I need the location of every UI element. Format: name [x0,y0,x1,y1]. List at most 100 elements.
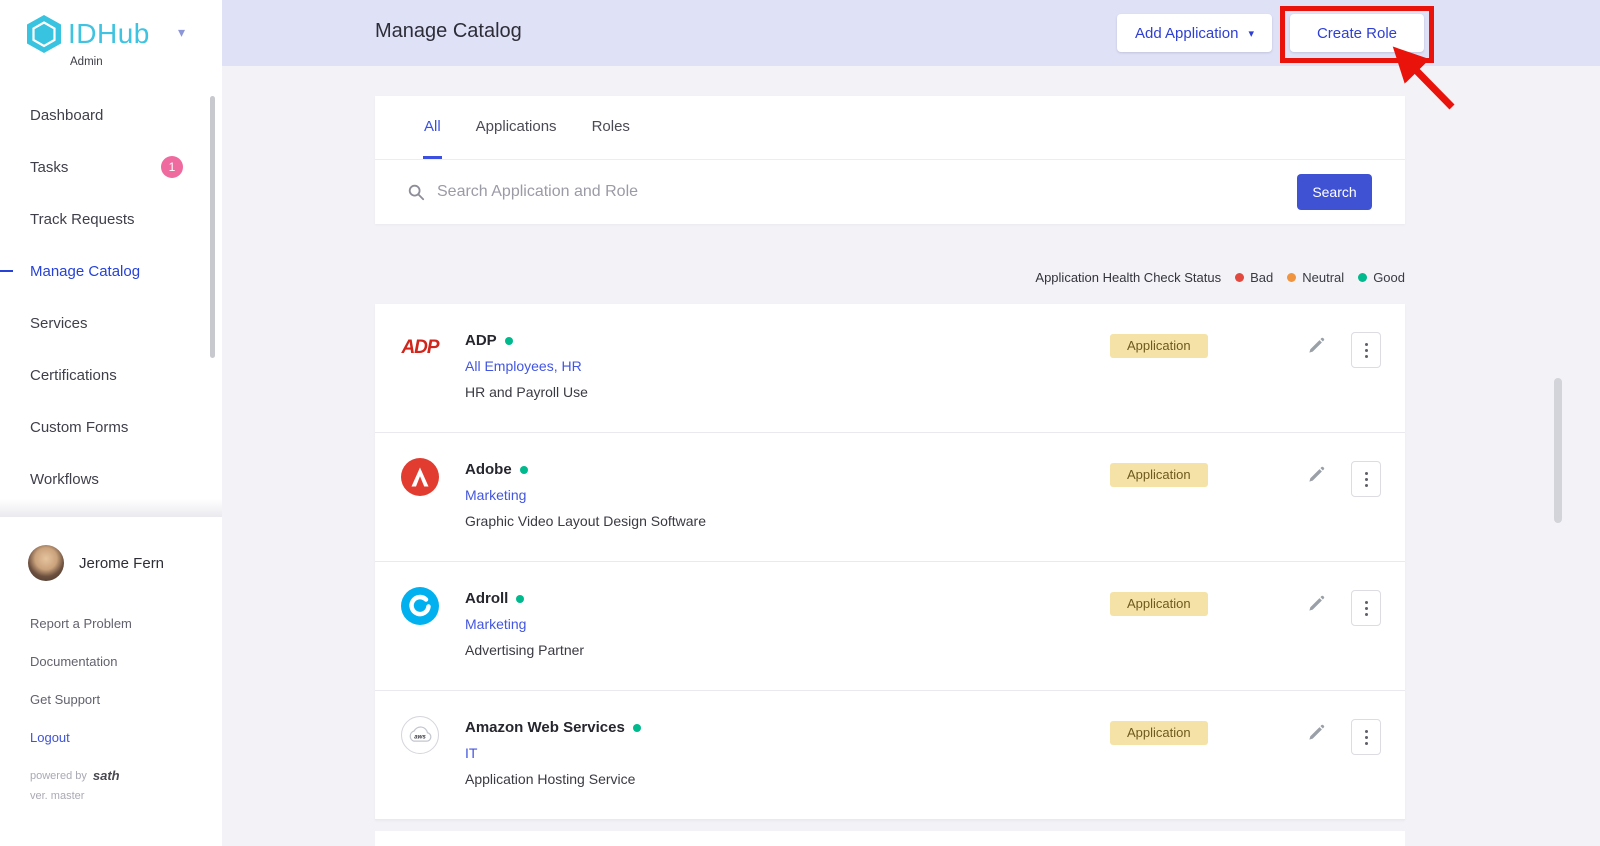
catalog-search-panel: All Applications Roles Search [375,96,1405,224]
application-name: Adobe [465,461,706,478]
catalog-row-adobe: Adobe Marketing Graphic Video Layout Des… [375,433,1405,562]
edit-pencil-icon[interactable] [1307,594,1326,613]
add-application-button[interactable]: Add Application ▾ [1117,14,1272,52]
idhub-hexagon-icon [26,14,62,54]
search-button[interactable]: Search [1297,174,1372,210]
add-application-label: Add Application [1135,25,1238,42]
legend-title: Application Health Check Status [1035,270,1221,285]
sidebar-item-label: Manage Catalog [30,263,140,280]
sidebar-item-label: Custom Forms [30,419,128,436]
application-tags-link[interactable]: Marketing [465,616,584,632]
sidebar-item-label: Workflows [30,471,99,488]
application-tags-link[interactable]: Marketing [465,487,706,503]
bad-status-dot-icon [1235,273,1244,282]
sidebar-item-label: Services [30,315,88,332]
search-icon [407,183,425,201]
sidebar-item-services[interactable]: Services [0,297,222,349]
tab-applications[interactable]: Applications [475,96,558,159]
application-description: HR and Payroll Use [465,384,588,400]
catalog-list: ADP ADP All Employees, HR HR and Payroll… [375,304,1405,820]
row-text: Amazon Web Services IT Application Hosti… [465,719,641,787]
logout-link[interactable]: Logout [30,730,222,745]
sidebar-scrollbar[interactable] [210,96,215,358]
kebab-menu-button[interactable] [1351,461,1381,497]
type-badge: Application [1110,334,1208,358]
sidebar-item-tasks[interactable]: Tasks 1 [0,141,222,193]
org-chevron-down-icon[interactable]: ▾ [178,24,185,41]
health-good-dot-icon [633,724,641,732]
get-support-link[interactable]: Get Support [30,692,222,707]
chevron-down-icon: ▾ [1248,27,1254,40]
sidebar-footer-links: Report a Problem Documentation Get Suppo… [0,616,222,768]
edit-pencil-icon[interactable] [1307,336,1326,355]
report-a-problem-link[interactable]: Report a Problem [30,616,222,631]
sidebar-item-custom-forms[interactable]: Custom Forms [0,401,222,453]
application-name: ADP [465,332,588,349]
kebab-menu-button[interactable] [1351,719,1381,755]
health-legend: Application Health Check Status Bad Neut… [375,270,1405,285]
type-badge: Application [1110,463,1208,487]
top-header: Manage Catalog Add Application ▾ Create … [222,0,1600,66]
adp-logo-text: ADP [401,337,438,359]
create-role-label: Create Role [1317,25,1397,42]
idhub-logo: IDHub [26,14,150,54]
health-good-dot-icon [520,466,528,474]
page-scrollbar[interactable] [1554,378,1562,523]
sidebar-item-label: Certifications [30,367,117,384]
kebab-menu-button[interactable] [1351,332,1381,368]
adobe-logo-icon [401,458,439,496]
sidebar-item-dashboard[interactable]: Dashboard [0,89,222,141]
search-input[interactable] [437,183,1297,201]
user-profile[interactable]: Jerome Fern [28,545,164,581]
tasks-count-badge: 1 [161,156,183,178]
legend-item-neutral: Neutral [1287,270,1344,285]
logo-subtitle: Admin [70,56,103,68]
health-good-dot-icon [516,595,524,603]
legend-label: Good [1373,270,1405,285]
logo-text: IDHub [68,14,150,54]
application-tags-link[interactable]: IT [465,745,641,761]
neutral-status-dot-icon [1287,273,1296,282]
legend-item-bad: Bad [1235,270,1273,285]
sidebar-item-certifications[interactable]: Certifications [0,349,222,401]
powered-by-text: powered by [30,770,87,782]
application-name: Amazon Web Services [465,719,641,736]
aws-logo-text: aws [414,733,426,740]
app-window: IDHub Admin ▾ Dashboard Tasks 1 Track Re… [0,0,1600,846]
documentation-link[interactable]: Documentation [30,654,222,669]
adroll-logo [400,586,440,626]
adobe-logo [400,457,440,497]
kebab-menu-button[interactable] [1351,590,1381,626]
row-text: ADP All Employees, HR HR and Payroll Use [465,332,588,400]
type-badge: Application [1110,721,1208,745]
nav-scroll-fade [0,499,222,517]
sidebar-item-track-requests[interactable]: Track Requests [0,193,222,245]
adroll-logo-icon [401,587,439,625]
adp-logo: ADP [400,328,440,368]
sidebar-nav: Dashboard Tasks 1 Track Requests Manage … [0,89,222,505]
page-title: Manage Catalog [375,20,522,43]
tab-roles[interactable]: Roles [591,96,631,159]
sidebar-item-workflows[interactable]: Workflows [0,453,222,505]
sidebar-item-label: Track Requests [30,211,134,228]
edit-pencil-icon[interactable] [1307,465,1326,484]
application-name-text: Adobe [465,461,512,478]
application-tags-link[interactable]: All Employees, HR [465,358,588,374]
create-role-button[interactable]: Create Role [1290,14,1424,52]
tab-all[interactable]: All [423,96,442,159]
sath-brand-logo: sath [93,768,120,783]
catalog-row-aws: aws Amazon Web Services IT Application H… [375,691,1405,820]
application-description: Advertising Partner [465,642,584,658]
application-name: Adroll [465,590,584,607]
edit-pencil-icon[interactable] [1307,723,1326,742]
catalog-tabs: All Applications Roles [375,96,1405,160]
user-name: Jerome Fern [79,555,164,572]
version-label: ver. master [30,790,84,802]
sidebar-item-label: Tasks [30,159,68,176]
sidebar-item-manage-catalog[interactable]: Manage Catalog [0,245,222,297]
health-good-dot-icon [505,337,513,345]
row-text: Adobe Marketing Graphic Video Layout Des… [465,461,706,529]
user-avatar [28,545,64,581]
good-status-dot-icon [1358,273,1367,282]
legend-label: Bad [1250,270,1273,285]
